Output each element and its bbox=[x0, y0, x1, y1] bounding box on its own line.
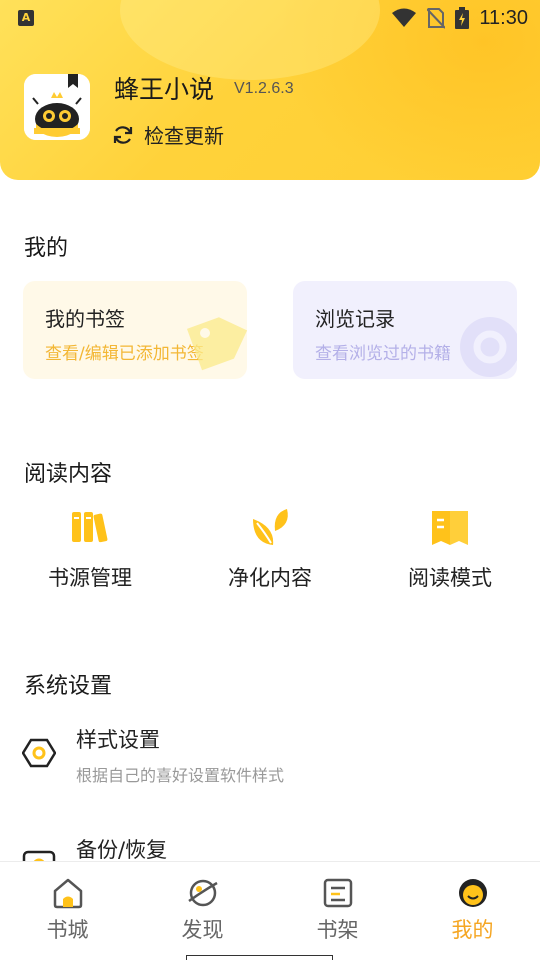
nav-discover-label: 发现 bbox=[181, 918, 224, 942]
open-book-icon bbox=[432, 511, 468, 545]
bookmark-tag-icon bbox=[186, 317, 247, 371]
reading-mode[interactable]: 阅读模式 bbox=[375, 506, 525, 592]
no-sim-icon bbox=[427, 8, 446, 29]
backup-restore-row[interactable]: 备份/恢复 bbox=[22, 834, 522, 862]
status-time: 11:30 bbox=[479, 6, 528, 29]
bookshelf-icon bbox=[323, 878, 352, 908]
profile-header: A 11:30 蜂王小说 V1.2.6.3 检查更新 bbox=[0, 0, 540, 180]
nav-mine[interactable]: 我的 bbox=[405, 876, 540, 944]
style-settings-title: 样式设置 bbox=[76, 728, 160, 752]
purify-content-label: 净化内容 bbox=[228, 566, 312, 590]
eye-icon bbox=[460, 317, 517, 377]
section-title-settings: 系统设置 bbox=[24, 674, 113, 699]
backup-icon bbox=[22, 850, 56, 862]
history-card[interactable]: 浏览记录 查看浏览过的书籍 bbox=[293, 281, 517, 379]
reading-mode-label: 阅读模式 bbox=[408, 566, 492, 590]
refresh-icon bbox=[113, 125, 133, 144]
home-icon bbox=[53, 878, 82, 909]
nav-discover[interactable]: 发现 bbox=[135, 876, 270, 944]
check-update-button[interactable]: 检查更新 bbox=[112, 120, 224, 149]
history-card-subtitle: 查看浏览过的书籍 bbox=[315, 344, 451, 364]
app-name: 蜂王小说 bbox=[114, 75, 215, 104]
section-title-reading: 阅读内容 bbox=[24, 462, 113, 487]
style-settings-desc: 根据自己的喜好设置软件样式 bbox=[76, 766, 285, 785]
bottom-navigation: 书城 发现 书架 我的 bbox=[0, 861, 540, 960]
backup-restore-title: 备份/恢复 bbox=[76, 838, 168, 862]
bookmark-card-subtitle: 查看/编辑已添加书签 bbox=[45, 344, 204, 364]
nav-bookstore[interactable]: 书城 bbox=[0, 876, 135, 944]
nav-bookshelf-label: 书架 bbox=[316, 918, 359, 942]
battery-charging-icon bbox=[455, 7, 470, 29]
nav-bookstore-label: 书城 bbox=[46, 918, 89, 942]
check-update-label: 检查更新 bbox=[144, 124, 224, 148]
hexagon-nut-icon bbox=[22, 738, 56, 768]
app-version: V1.2.6.3 bbox=[234, 80, 294, 97]
wifi-icon bbox=[392, 8, 417, 27]
history-card-title: 浏览记录 bbox=[315, 307, 395, 331]
face-icon bbox=[458, 879, 487, 907]
leaf-icon bbox=[253, 509, 288, 545]
bookmark-card-title: 我的书签 bbox=[45, 307, 125, 331]
bookshelf-source-icon bbox=[72, 512, 108, 543]
home-indicator bbox=[186, 955, 333, 960]
app-logo bbox=[24, 74, 90, 140]
book-source-management[interactable]: 书源管理 bbox=[15, 506, 165, 592]
nav-mine-label: 我的 bbox=[451, 918, 494, 942]
nav-bookshelf[interactable]: 书架 bbox=[270, 876, 405, 944]
bee-logo-icon bbox=[24, 74, 90, 140]
book-source-label: 书源管理 bbox=[48, 566, 132, 590]
planet-icon bbox=[187, 879, 218, 907]
notification-app-icon: A bbox=[18, 10, 34, 26]
section-title-mine: 我的 bbox=[24, 236, 69, 261]
status-bar: A 11:30 bbox=[0, 0, 540, 36]
style-settings-row[interactable]: 样式设置 根据自己的喜好设置软件样式 bbox=[22, 724, 522, 794]
bookmark-card[interactable]: 我的书签 查看/编辑已添加书签 bbox=[23, 281, 247, 379]
status-right-group: 11:30 bbox=[391, 5, 528, 31]
purify-content[interactable]: 净化内容 bbox=[195, 506, 345, 592]
